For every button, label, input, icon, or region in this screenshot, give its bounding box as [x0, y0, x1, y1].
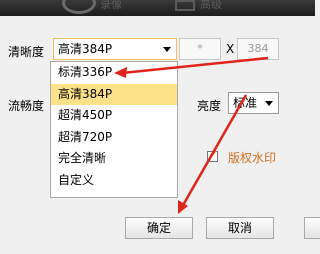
option-full[interactable]: 完全清晰 [51, 148, 177, 170]
option-hd384[interactable]: 高清384P [51, 83, 177, 105]
brightness-select[interactable]: 标准 [228, 92, 279, 114]
option-sd336[interactable]: 标清336P [51, 62, 177, 84]
brightness-selected: 标准 [233, 96, 258, 110]
width-input[interactable]: * [179, 38, 221, 60]
tab-advanced[interactable]: 高级 [200, 0, 222, 16]
eye-icon [62, 0, 96, 14]
resolution-select[interactable]: 高清384P [53, 38, 177, 60]
option-ud450[interactable]: 超清450P [51, 105, 177, 127]
watermark-checkbox[interactable]: ✓ [207, 148, 219, 162]
option-custom[interactable]: 自定义 [51, 170, 177, 192]
top-toolbar: 录像 高级 [0, 0, 315, 16]
brightness-label: 亮度 [197, 99, 222, 113]
option-ud720[interactable]: 超清720P [51, 127, 177, 149]
checkmark-icon: ✓ [209, 148, 219, 161]
ok-button[interactable]: 确定 [125, 217, 193, 239]
extra-button[interactable] [304, 217, 320, 239]
resolution-dropdown-list: 标清336P 高清384P 超清450P 超清720P 完全清晰 自定义 [50, 61, 178, 198]
chevron-down-icon [163, 47, 171, 52]
chevron-down-icon [265, 101, 273, 106]
tab-record[interactable]: 录像 [100, 0, 122, 16]
cancel-button[interactable]: 取消 [206, 217, 274, 239]
watermark-label: 版权水印 [228, 151, 277, 165]
fluency-label: 流畅度 [8, 99, 45, 113]
annotation-arrow-head [178, 200, 188, 214]
resolution-selected: 高清384P [58, 42, 113, 56]
a-icon [175, 0, 195, 11]
height-input[interactable]: 384 [237, 38, 279, 60]
resolution-label: 清晰度 [8, 45, 45, 59]
size-separator: X [226, 42, 235, 56]
